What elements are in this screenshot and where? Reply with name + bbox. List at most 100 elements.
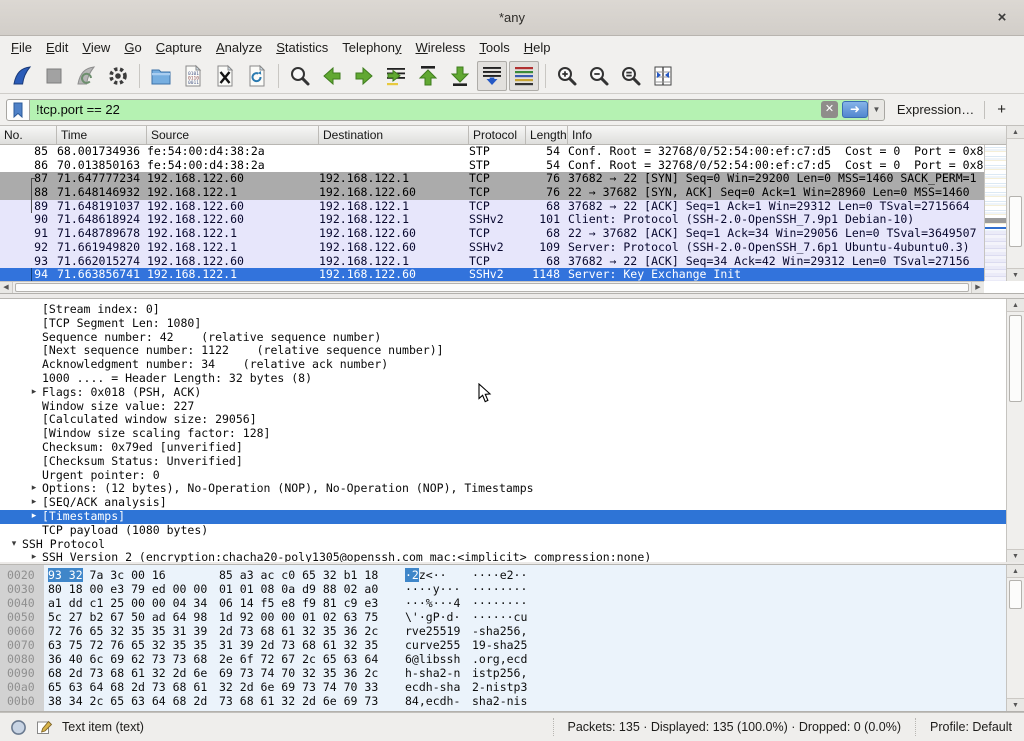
detail-line[interactable]: [Window size scaling factor: 128] bbox=[0, 427, 1006, 441]
hex-row[interactable]: 0020c0 a8 7a 3c 00 16 93 3285 a3 ac c0 6… bbox=[0, 568, 1006, 582]
packet-row[interactable]: 8771.647777234192.168.122.60192.168.122.… bbox=[0, 172, 984, 186]
auto-scroll-toggle[interactable] bbox=[477, 61, 507, 91]
hex-row[interactable]: 003080 18 00 e3 79 ed 00 0001 01 08 0a d… bbox=[0, 582, 1006, 596]
titlebar[interactable]: *any × bbox=[0, 0, 1024, 36]
ascii-group1[interactable]: 84,ecdh- bbox=[405, 694, 460, 708]
detail-line[interactable]: 1000 .... = Header Length: 32 bytes (8) bbox=[0, 372, 1006, 386]
expression-button[interactable]: Expression… bbox=[885, 102, 984, 117]
detail-line[interactable]: Sequence number: 42 (relative sequence n… bbox=[0, 331, 1006, 345]
hex-bytes-group2[interactable]: 32 2d 6e 69 73 74 70 33 bbox=[219, 680, 378, 694]
hex-bytes-group2[interactable]: 2e 6f 72 67 2c 65 63 64 bbox=[219, 652, 378, 666]
ascii-group2[interactable]: istp256, bbox=[472, 666, 527, 680]
hex-bytes-group2[interactable]: 1d 92 00 00 01 02 63 75 bbox=[219, 610, 378, 624]
zoom-out-button[interactable] bbox=[584, 61, 614, 91]
hex-bytes-group1[interactable]: 63 75 72 76 65 32 35 35 bbox=[48, 638, 207, 652]
open-file-button[interactable] bbox=[146, 61, 176, 91]
ascii-group1[interactable]: rve25519 bbox=[405, 624, 460, 638]
go-forward-button[interactable] bbox=[349, 61, 379, 91]
ascii-group2[interactable]: ········ bbox=[472, 582, 527, 596]
hex-bytes-group2[interactable]: 31 39 2d 73 68 61 32 35 bbox=[219, 638, 378, 652]
ascii-group1[interactable]: ecdh-sha bbox=[405, 680, 460, 694]
packet-row[interactable]: 8871.648146932192.168.122.1192.168.122.6… bbox=[0, 186, 984, 200]
hex-bytes-group1[interactable]: 65 63 64 68 2d 73 68 61 bbox=[48, 680, 207, 694]
restart-capture-button[interactable] bbox=[71, 61, 101, 91]
capture-options-button[interactable] bbox=[103, 61, 133, 91]
detail-line[interactable]: [Calculated window size: 29056] bbox=[0, 413, 1006, 427]
menu-item-analyze[interactable]: Analyze bbox=[209, 38, 269, 57]
hex-bytes-group1[interactable]: 38 34 2c 65 63 64 68 2d bbox=[48, 694, 207, 708]
menu-item-edit[interactable]: Edit bbox=[39, 38, 75, 57]
menu-item-capture[interactable]: Capture bbox=[149, 38, 209, 57]
ascii-group2[interactable]: .org,ecd bbox=[472, 652, 527, 666]
hex-row[interactable]: 008036 40 6c 69 62 73 73 682e 6f 72 67 2… bbox=[0, 652, 1006, 666]
hex-bytes-group1[interactable]: 72 76 65 32 35 35 31 39 bbox=[48, 624, 207, 638]
packet-row[interactable]: 9471.663856741192.168.122.1192.168.122.6… bbox=[0, 268, 984, 281]
hex-bytes-group2[interactable]: 06 14 f5 e8 f9 81 c9 e3 bbox=[219, 596, 378, 610]
hex-bytes-group2[interactable]: 2d 73 68 61 32 35 36 2c bbox=[219, 624, 378, 638]
ascii-group1[interactable]: h-sha2-n bbox=[405, 666, 460, 680]
column-header-info[interactable]: Info bbox=[568, 126, 1006, 144]
packet-row[interactable]: 9271.661949820192.168.122.1192.168.122.6… bbox=[0, 241, 984, 255]
hex-bytes-group1[interactable]: 80 18 00 e3 79 ed 00 00 bbox=[48, 582, 207, 596]
go-to-bottom-button[interactable] bbox=[445, 61, 475, 91]
hex-row[interactable]: 00a065 63 64 68 2d 73 68 6132 2d 6e 69 7… bbox=[0, 680, 1006, 694]
packet-list-vscrollbar[interactable]: ▲ ▼ bbox=[1006, 126, 1024, 281]
filter-bookmark-button[interactable] bbox=[6, 99, 30, 121]
detail-line[interactable]: [Stream index: 0] bbox=[0, 303, 1006, 317]
stop-capture-button[interactable] bbox=[39, 61, 69, 91]
detail-line[interactable]: ▸Options: (12 bytes), No-Operation (NOP)… bbox=[0, 482, 1006, 496]
scroll-up-icon[interactable]: ▲ bbox=[1007, 565, 1024, 578]
close-file-button[interactable] bbox=[210, 61, 240, 91]
hex-row[interactable]: 0040a1 dd c1 25 00 00 04 3406 14 f5 e8 f… bbox=[0, 596, 1006, 610]
column-header-protocol[interactable]: Protocol bbox=[469, 126, 526, 144]
detail-line[interactable]: ▸SSH Version 2 (encryption:chacha20-poly… bbox=[0, 551, 1006, 562]
detail-line[interactable]: Window size value: 227 bbox=[0, 400, 1006, 414]
expand-arrow-icon[interactable]: ▸ bbox=[26, 551, 42, 562]
details-vscrollbar[interactable]: ▲ ▼ bbox=[1006, 299, 1024, 562]
detail-line[interactable]: ▸[Timestamps] bbox=[0, 510, 1006, 524]
hex-row[interactable]: 00505c 27 b2 67 50 ad 64 981d 92 00 00 0… bbox=[0, 610, 1006, 624]
filter-apply-button[interactable]: ➜ bbox=[842, 101, 868, 118]
hex-row[interactable]: 009068 2d 73 68 61 32 2d 6e69 73 74 70 3… bbox=[0, 666, 1006, 680]
menu-item-file[interactable]: File bbox=[4, 38, 39, 57]
add-filter-button[interactable]: + bbox=[985, 101, 1018, 118]
display-filter-input[interactable] bbox=[30, 100, 821, 120]
ascii-group2[interactable]: ······cu bbox=[472, 610, 527, 624]
capture-comment-icon[interactable] bbox=[36, 719, 53, 736]
column-header-source[interactable]: Source bbox=[147, 126, 319, 144]
ascii-group1[interactable]: curve255 bbox=[405, 638, 460, 652]
go-back-button[interactable] bbox=[317, 61, 347, 91]
expand-arrow-icon[interactable]: ▾ bbox=[6, 538, 22, 552]
close-button[interactable]: × bbox=[992, 8, 1012, 28]
hex-row[interactable]: 007063 75 72 76 65 32 35 3531 39 2d 73 6… bbox=[0, 638, 1006, 652]
packet-row[interactable]: 9371.662015274192.168.122.60192.168.122.… bbox=[0, 255, 984, 269]
menu-item-wireless[interactable]: Wireless bbox=[409, 38, 473, 57]
hex-bytes-group2[interactable]: 69 73 74 70 32 35 36 2c bbox=[219, 666, 378, 680]
ascii-group2[interactable]: sha2-nis bbox=[472, 694, 527, 708]
hex-bytes-group2[interactable]: 73 68 61 32 2d 6e 69 73 bbox=[219, 694, 378, 708]
packet-row[interactable]: 8568.001734936fe:54:00:d4:38:2aSTP54Conf… bbox=[0, 145, 984, 159]
hex-bytes-group1[interactable]: 68 2d 73 68 61 32 2d 6e bbox=[48, 666, 207, 680]
filter-clear-icon[interactable]: ✕ bbox=[821, 101, 838, 118]
packet-minimap[interactable] bbox=[984, 145, 1006, 281]
scroll-down-icon[interactable]: ▼ bbox=[1007, 698, 1024, 711]
scroll-up-icon[interactable]: ▲ bbox=[1007, 299, 1024, 312]
go-to-packet-button[interactable] bbox=[381, 61, 411, 91]
menu-item-help[interactable]: Help bbox=[517, 38, 558, 57]
scroll-right-icon[interactable]: ▶ bbox=[971, 282, 984, 293]
detail-line[interactable]: [Next sequence number: 1122 (relative se… bbox=[0, 344, 1006, 358]
ascii-group1[interactable]: \'·gP·d· bbox=[405, 610, 460, 624]
ascii-group1[interactable]: 6@libssh bbox=[405, 652, 460, 666]
detail-line[interactable]: ▾SSH Protocol bbox=[0, 538, 1006, 552]
ascii-group2[interactable]: ········ bbox=[472, 596, 527, 610]
column-header-length[interactable]: Length bbox=[526, 126, 568, 144]
go-to-top-button[interactable] bbox=[413, 61, 443, 91]
expand-arrow-icon[interactable]: ▸ bbox=[26, 510, 42, 524]
ascii-group2[interactable]: -sha256, bbox=[472, 624, 527, 638]
menu-item-telephony[interactable]: Telephony bbox=[335, 38, 408, 57]
packet-row[interactable]: 9071.648618924192.168.122.60192.168.122.… bbox=[0, 213, 984, 227]
column-header-no[interactable]: No. bbox=[0, 126, 57, 144]
detail-line[interactable]: Urgent pointer: 0 bbox=[0, 469, 1006, 483]
menu-item-tools[interactable]: Tools bbox=[472, 38, 516, 57]
packet-row[interactable]: 8670.013850163fe:54:00:d4:38:2aSTP54Conf… bbox=[0, 159, 984, 173]
